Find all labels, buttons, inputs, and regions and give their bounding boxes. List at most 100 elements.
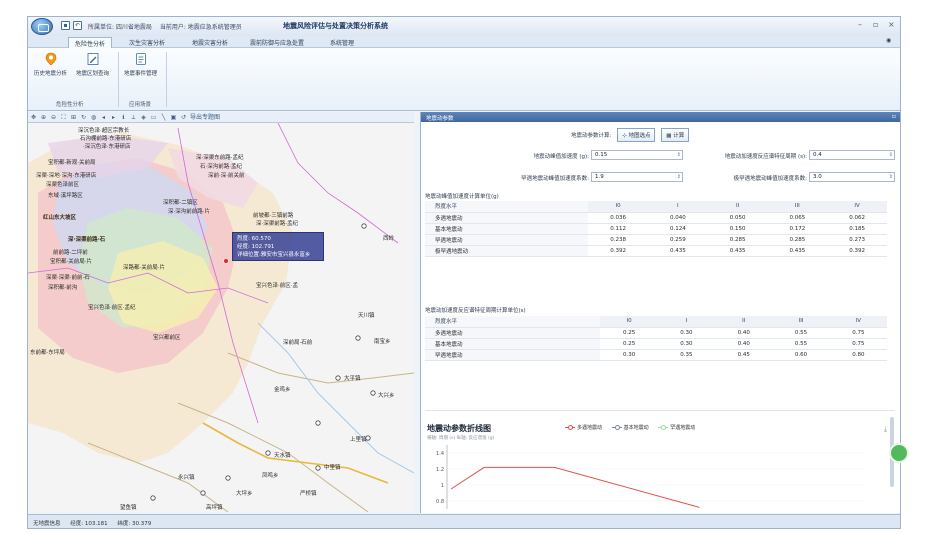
map-info-tooltip: 烈度: 60.570 经度: 102.791 详细位置:雅安市宝兴县永富乡 [232, 232, 324, 261]
place-label: 望鱼镇 [120, 505, 137, 511]
identify-icon[interactable]: ℹ [120, 114, 127, 121]
pga-value: 0.15 [595, 152, 608, 158]
fit-icon[interactable]: ⊞ [70, 114, 77, 121]
event-management-button[interactable]: 地震事件管理 [124, 52, 157, 77]
town-marker [315, 465, 321, 471]
row-label: 基本地震动 [425, 223, 589, 235]
pan-icon[interactable]: ✥ [30, 114, 37, 121]
status-label: 无地震信息 [33, 521, 61, 527]
place-label: 天水镇 [274, 453, 291, 459]
table-row[interactable]: 基本地震动 0.25 0.30 0.40 0.55 0.75 [425, 338, 887, 350]
col-header: IV [829, 316, 887, 328]
spinner-icon[interactable]: ⇕ [889, 174, 893, 180]
app-window: ▪ ↶ 所属单位: 四川省地震局 当前用户: 地震应急系统管理员 地震风险评估与… [27, 16, 901, 529]
table-cell: 0.80 [829, 349, 887, 361]
table-row[interactable]: 罕遇地震动 0.30 0.35 0.45 0.60 0.80 [425, 349, 887, 361]
ribbon-separator [118, 52, 119, 107]
export-map-button[interactable]: 导出专题图 [190, 114, 220, 121]
extreme-coef-value: 3.0 [813, 174, 822, 180]
place-label: 西岭 [383, 236, 395, 242]
col-header: II [707, 201, 768, 213]
spinner-icon[interactable]: ⇕ [677, 174, 681, 180]
table2-title: 地震动加速度反应谱特征周期计算单位(s) [425, 308, 526, 314]
panel-collapse-icon[interactable]: ▫ [892, 113, 896, 120]
assistant-float-button[interactable] [889, 443, 909, 463]
zone-label: 石·深沟前路·孟纪 [200, 164, 242, 170]
pga-field[interactable]: 0.15 ⇕ [591, 150, 683, 160]
clear-icon[interactable]: ↺ [180, 114, 187, 121]
ground-motion-panel: 地震动参数 ▫ 地震动参数计算: ⊹ 地图选点 ▦ 计算 地震动峰值加速度 (g… [420, 112, 900, 513]
zoom-in-icon[interactable]: ⊕ [40, 114, 47, 121]
ribbon-tabs: 危险性分析 次生灾害分析 地震灾害分析 震前防御与应急处置 系统管理 ◉ [28, 36, 900, 48]
col-header: I [647, 201, 708, 213]
forward-icon[interactable]: ▸ [110, 114, 117, 121]
line-icon[interactable]: ╲ [160, 114, 167, 121]
zone-label: 红山东大坡区 [43, 215, 77, 221]
table-row[interactable]: 罕遇地震动 0.238 0.259 0.285 0.285 0.273 [425, 234, 887, 246]
zoning-query-button[interactable]: 地震区划查询 [76, 52, 109, 77]
tab-secondary-disaster[interactable]: 次生灾害分析 [123, 37, 171, 48]
status-bar: 无地震信息 经度: 103.181 纬度: 30.379 [28, 514, 900, 528]
table-row[interactable]: 多遇地震动 0.25 0.30 0.40 0.55 0.75 [425, 327, 887, 339]
picture-icon[interactable]: ▣ [170, 114, 177, 121]
select-icon[interactable]: ▭ [150, 114, 157, 121]
undo-icon[interactable]: ↶ [73, 21, 82, 30]
table-cell: 0.238 [588, 234, 648, 246]
calculate-button[interactable]: ▦ 计算 [661, 128, 690, 142]
spinner-icon[interactable]: ⇕ [889, 152, 893, 158]
tab-earthquake-disaster[interactable]: 地震灾害分析 [186, 37, 234, 48]
place-label: 严桥镇 [300, 491, 317, 497]
history-earthquake-button[interactable]: 历史地震分析 [34, 52, 67, 77]
zone-label: 深·深渠前路·孟纪 [256, 221, 298, 227]
table-cell: 0.40 [715, 327, 773, 339]
location-pin-icon [45, 52, 56, 66]
unit-label: 所属单位: 四川省地震局 [88, 24, 152, 31]
minimize-button[interactable]: – [858, 20, 862, 29]
zone-label: 深前局·石前 [283, 340, 313, 346]
save-icon[interactable]: ▪ [61, 21, 70, 30]
refresh-icon[interactable]: ↻ [80, 114, 87, 121]
table-row[interactable]: 多遇地震动 0.036 0.040 0.050 0.065 0.062 [425, 212, 887, 224]
table-cell: 0.285 [767, 234, 828, 246]
event-management-label: 地震事件管理 [124, 71, 158, 77]
full-extent-icon[interactable]: ⛶ [60, 114, 67, 121]
back-icon[interactable]: ◂ [100, 114, 107, 121]
tab-system-management[interactable]: 系统管理 [324, 37, 360, 48]
close-button[interactable]: × [888, 20, 895, 29]
zone-label: 深渠色泽前区 [46, 182, 80, 188]
rare-coef-field[interactable]: 1.9 ⇕ [591, 172, 683, 182]
zone-label: 东域·溪坪路区 [48, 193, 83, 199]
extreme-coef-field[interactable]: 3.0 ⇕ [809, 172, 895, 182]
table-cell: 0.259 [647, 234, 708, 246]
zoom-out-icon[interactable]: ⊖ [50, 114, 57, 121]
maximize-button[interactable]: ▫ [873, 20, 878, 29]
layers-icon[interactable]: ◈ [140, 114, 147, 121]
col-header: I [657, 316, 716, 328]
col-header: I0 [600, 316, 658, 328]
table-row[interactable]: 基本地震动 0.112 0.124 0.150 0.172 0.185 [425, 223, 887, 235]
table-cell: 0.55 [772, 338, 830, 350]
rare-coef-label: 罕遇地震动峰值加速度系数: [521, 176, 589, 182]
app-title: 地震风险评估与处置决策分析系统 [283, 22, 388, 30]
town-marker [335, 375, 341, 381]
table1-title: 地震动峰值加速度计算单位(g) [425, 194, 499, 200]
tab-defense-response[interactable]: 震前防御与应急处置 [244, 37, 310, 48]
table-cell: 0.25 [600, 338, 658, 350]
user-label: 当前用户: 地震应急系统管理员 [159, 24, 242, 31]
table-row[interactable]: 极罕遇地震动 0.392 0.435 0.435 0.435 0.392 [425, 245, 887, 257]
table-cell: 0.285 [707, 234, 768, 246]
ribbon-body: 历史地震分析 地震区划查询 地震事件管理 危险性分析 应用场景 [28, 48, 900, 111]
globe-icon[interactable]: ◍ [90, 114, 97, 121]
place-label: 凤鸣乡 [262, 473, 279, 479]
app-menu-button[interactable] [31, 18, 53, 35]
map-view[interactable]: 深沉色泽·超区宗教长 石沟棚前路·东港研店 ·深沉色泽·东港研店 宝积都·新观·… [28, 123, 414, 512]
measure-icon[interactable]: ⟂ [130, 114, 137, 121]
row-label: 基本地震动 [425, 338, 601, 350]
tab-hazard-analysis[interactable]: 危险性分析 [68, 37, 113, 48]
map-pick-button[interactable]: ⊹ 地图选点 [617, 128, 656, 142]
zone-label: 深积都·前沟 [48, 285, 78, 291]
help-icon[interactable]: ◉ [886, 37, 891, 48]
zone-label: 东前都·东坪局 [30, 350, 65, 356]
period-field[interactable]: 0.4 ⇕ [809, 150, 895, 160]
spinner-icon[interactable]: ⇕ [677, 152, 681, 158]
